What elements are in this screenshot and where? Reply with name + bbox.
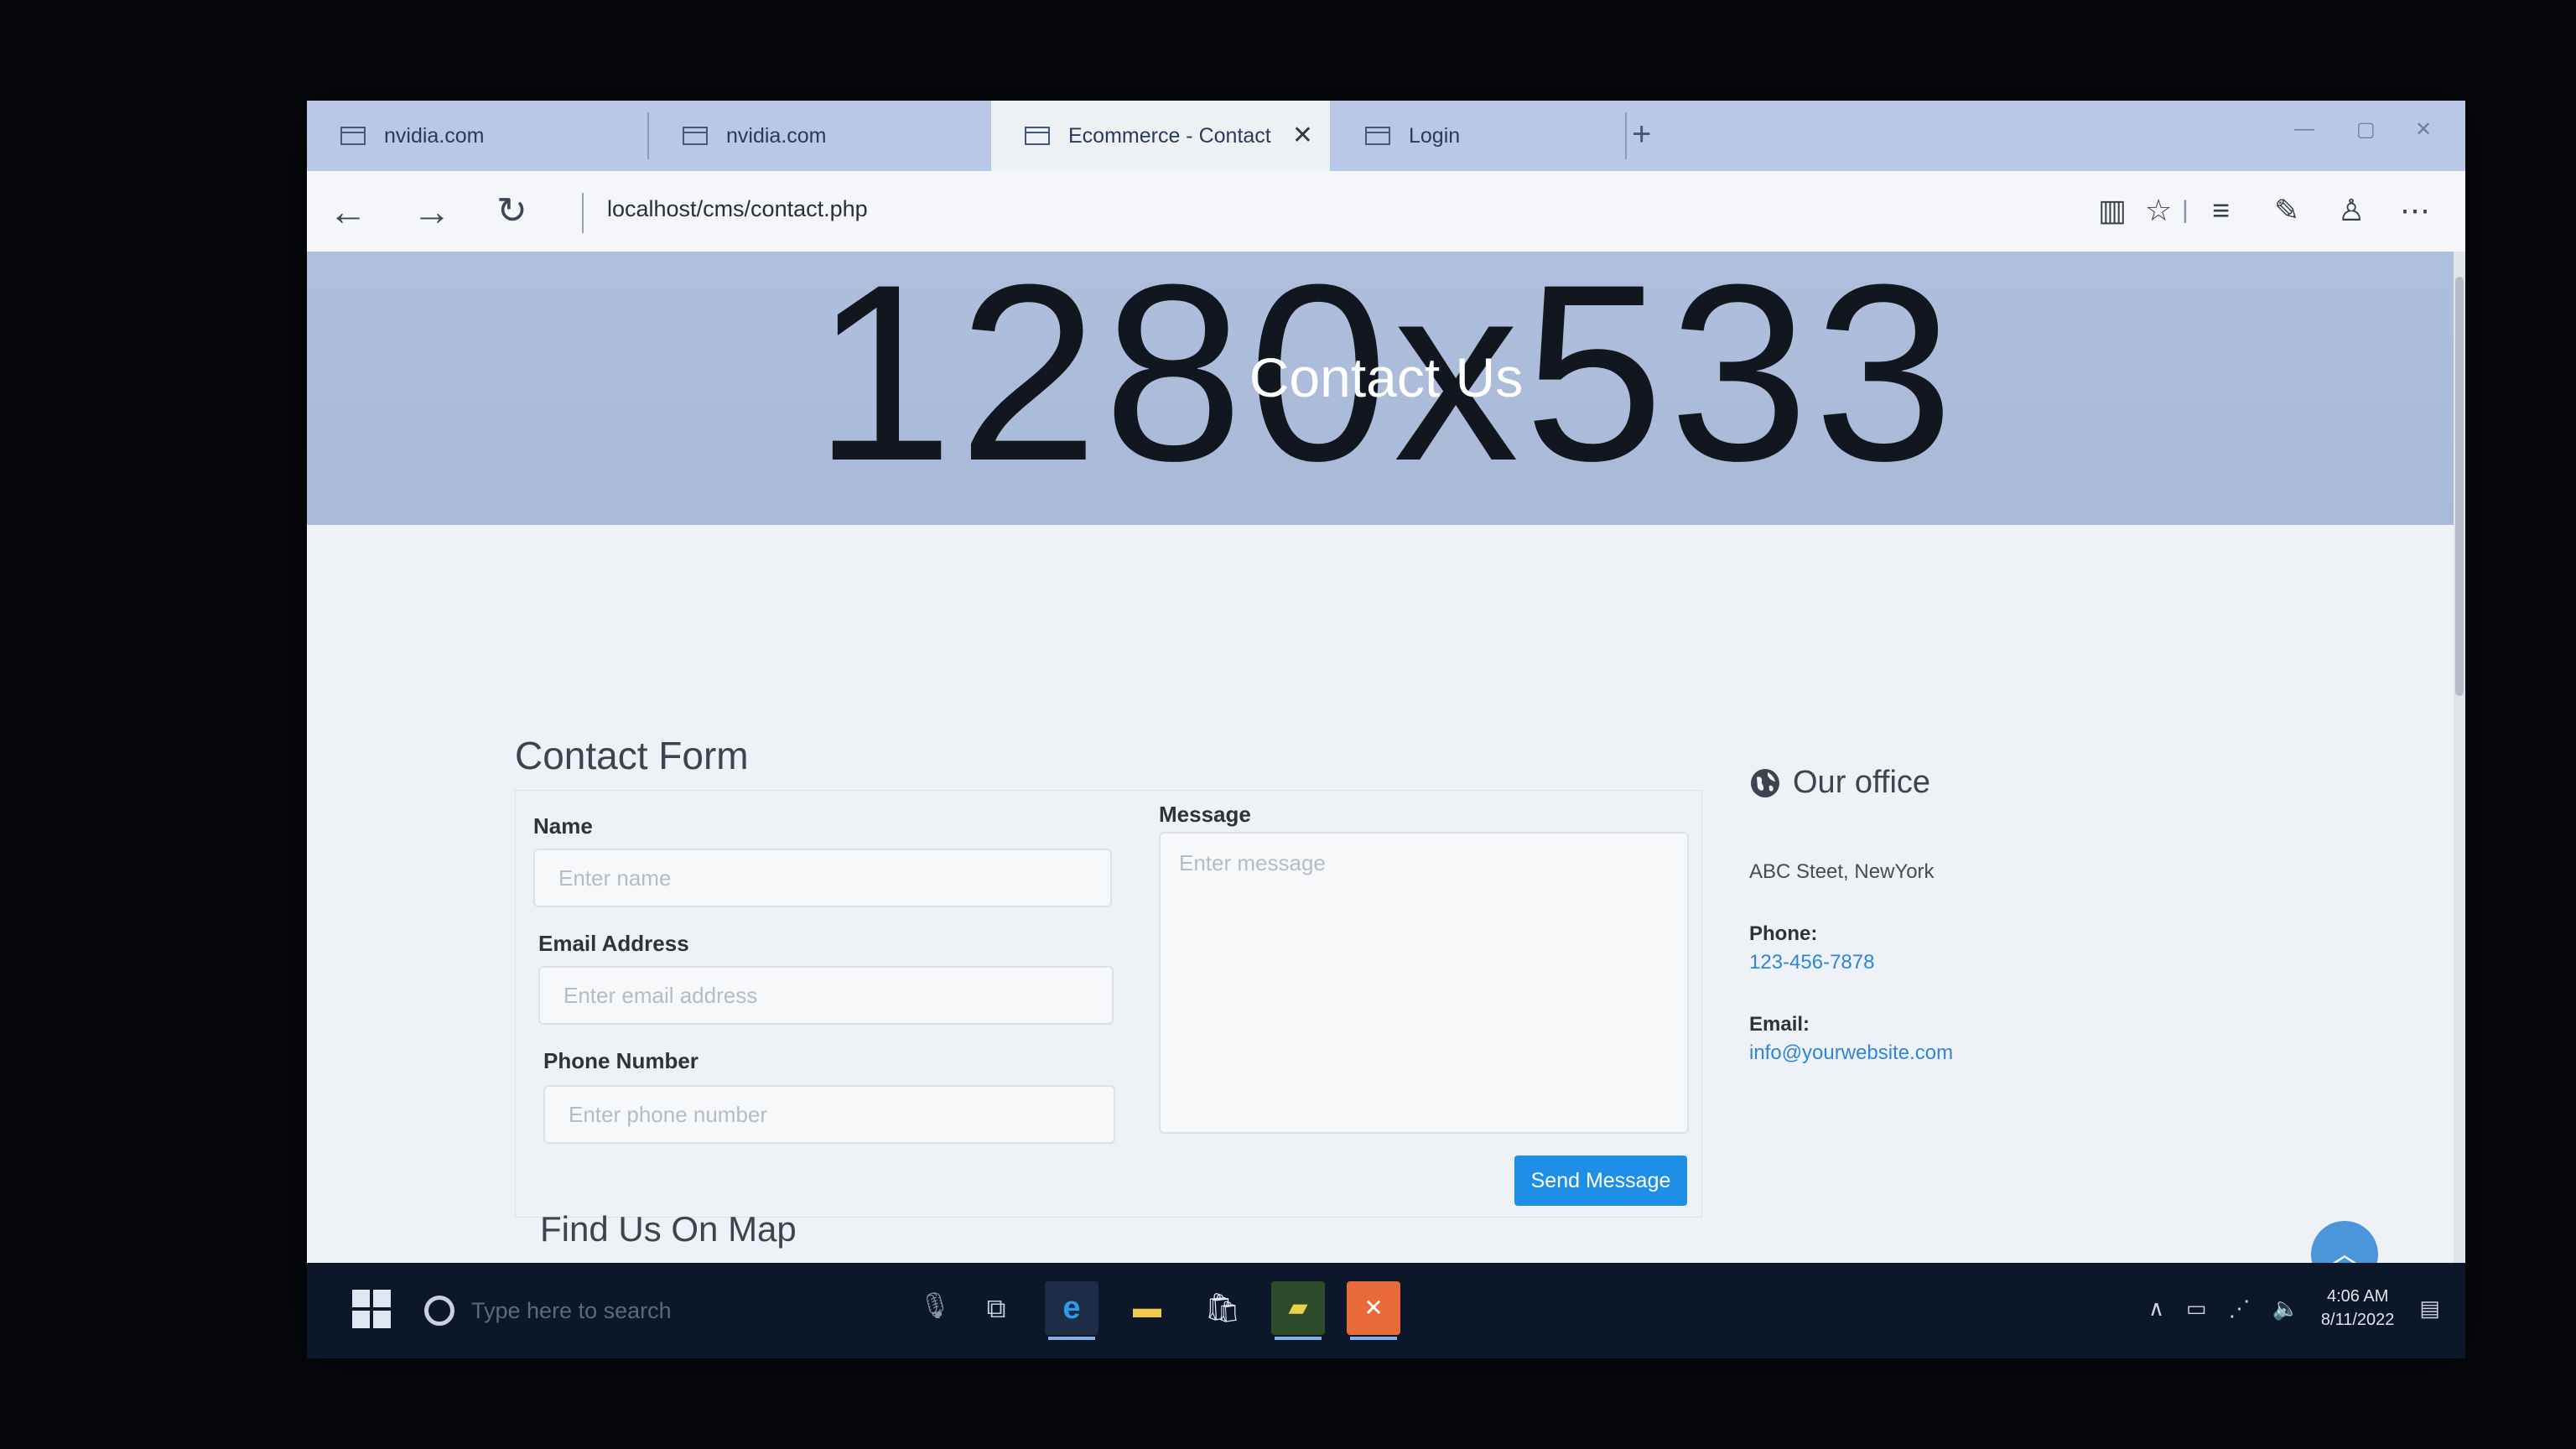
maximize-icon[interactable]: ▢ — [2356, 117, 2376, 142]
hub-icon[interactable]: ≡ — [2212, 193, 2230, 228]
tab-label: Ecommerce - Contact — [1068, 123, 1271, 148]
phone-label: Phone Number — [543, 1048, 699, 1073]
plus-icon[interactable]: + — [1632, 116, 1651, 153]
more-icon[interactable]: ⋯ — [2400, 193, 2430, 228]
volume-icon[interactable]: 🔈 — [2272, 1296, 2299, 1322]
contact-form-heading: Contact Form — [515, 734, 749, 777]
tab-label: nvidia.com — [384, 123, 485, 148]
xampp-icon[interactable]: ✕ — [1347, 1281, 1400, 1340]
system-tray: ∧ ▭ ⋰ 🔈 4:06 AM 8/11/2022 ▤ — [2148, 1285, 2440, 1332]
email-heading: Email: — [1749, 1013, 1810, 1036]
network-icon[interactable]: ⋰ — [2229, 1296, 2251, 1322]
toolbar-divider: | — [2182, 196, 2189, 224]
page-title: Contact Us — [1249, 346, 1524, 408]
close-tab-icon[interactable]: ✕ — [1292, 121, 1313, 150]
back-arrow-icon[interactable]: ← — [329, 188, 367, 235]
taskbar: Type here to search 🎙 ⧉ e ▬ 🛍 ▰ ✕ ∧ ▭ ⋰ … — [307, 1263, 2465, 1358]
store-icon[interactable]: 🛍 — [1196, 1281, 1249, 1335]
office-heading-text: Our office — [1793, 765, 1931, 800]
page-icon — [340, 127, 366, 145]
hero-banner: 1280x533 Contact Us — [307, 252, 2465, 525]
file-explorer-icon[interactable]: ▬ — [1120, 1281, 1174, 1335]
scrollbar-thumb[interactable] — [2455, 277, 2464, 696]
web-note-icon[interactable]: ✎ — [2274, 193, 2299, 228]
tab-nvidia-2[interactable]: nvidia.com — [649, 101, 989, 171]
share-icon[interactable]: ♙ — [2338, 193, 2365, 228]
navigation-bar: ← → ↻ localhost/cms/contact.php ▥ ☆ | ≡ … — [307, 171, 2465, 252]
message-label: Message — [1159, 802, 1251, 827]
browser-window: nvidia.com nvidia.com Ecommerce - Contac… — [307, 101, 2465, 1358]
tab-label: Login — [1409, 123, 1461, 148]
notification-icon[interactable]: ▤ — [2419, 1296, 2440, 1322]
office-address: ABC Steet, NewYork — [1749, 860, 1935, 883]
name-input[interactable] — [533, 849, 1112, 907]
microphone-icon[interactable]: 🎙 — [919, 1291, 951, 1321]
tab-strip: nvidia.com nvidia.com Ecommerce - Contac… — [307, 101, 2465, 171]
minimize-icon[interactable]: — — [2294, 117, 2314, 141]
reading-view-icon[interactable]: ▥ — [2098, 193, 2127, 228]
office-heading: Our office — [1749, 765, 1930, 801]
main-content: Contact Form Name Email Address Phone Nu… — [307, 525, 2465, 1288]
message-input[interactable] — [1159, 832, 1689, 1134]
task-view-icon[interactable]: ⧉ — [969, 1281, 1023, 1335]
address-divider — [582, 193, 584, 233]
sublime-text-icon[interactable]: ▰ — [1271, 1281, 1325, 1340]
phone-link[interactable]: 123-456-7878 — [1749, 951, 1874, 974]
clock-time: 4:06 AM — [2326, 1287, 2389, 1306]
favorite-star-icon[interactable]: ☆ — [2145, 193, 2172, 228]
globe-icon — [1751, 768, 1779, 797]
clock[interactable]: 4:06 AM 8/11/2022 — [2321, 1285, 2395, 1332]
tab-label: nvidia.com — [726, 123, 827, 148]
edge-browser-icon[interactable]: e — [1045, 1281, 1098, 1340]
tab-divider — [1625, 112, 1627, 159]
tab-login[interactable]: Login — [1332, 101, 1625, 171]
email-link[interactable]: info@yourwebsite.com — [1749, 1041, 1953, 1065]
address-bar[interactable]: localhost/cms/contact.php — [607, 196, 868, 222]
map-heading: Find Us On Map — [540, 1209, 797, 1249]
tab-nvidia-1[interactable]: nvidia.com — [307, 101, 647, 171]
windows-start-icon[interactable] — [352, 1290, 392, 1330]
refresh-icon[interactable]: ↻ — [496, 188, 527, 235]
forward-arrow-icon[interactable]: → — [413, 188, 451, 235]
email-label: Email Address — [538, 931, 689, 956]
cortana-icon — [424, 1296, 454, 1326]
page-icon — [1025, 127, 1050, 145]
close-window-icon[interactable]: ✕ — [2415, 117, 2432, 142]
chevron-up-icon[interactable]: ∧ — [2148, 1296, 2164, 1322]
battery-icon[interactable]: ▭ — [2186, 1296, 2207, 1322]
page-icon — [1365, 127, 1390, 145]
clock-date: 8/11/2022 — [2320, 1311, 2395, 1329]
send-message-button[interactable]: Send Message — [1514, 1156, 1687, 1206]
tab-ecommerce-contact[interactable]: Ecommerce - Contact ✕ — [991, 101, 1330, 171]
phone-input[interactable] — [543, 1085, 1115, 1144]
search-placeholder: Type here to search — [471, 1297, 672, 1323]
phone-heading: Phone: — [1749, 922, 1818, 945]
email-input[interactable] — [538, 966, 1114, 1025]
name-label: Name — [533, 813, 593, 839]
taskbar-search[interactable]: Type here to search — [424, 1281, 969, 1340]
page-icon — [683, 127, 708, 145]
page-scrollbar[interactable] — [2454, 252, 2465, 1263]
